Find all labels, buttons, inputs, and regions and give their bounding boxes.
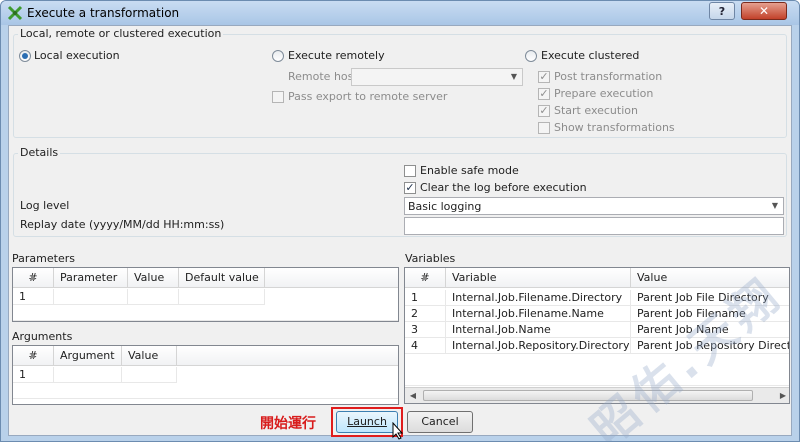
row-number-cell: 1 [13,367,54,383]
dialog-body: Local, remote or clustered execution Loc… [8,25,793,441]
title-bar: Execute a transformation ? ✕ [1,1,799,25]
empty-row [13,383,398,399]
column-header[interactable]: Value [128,268,179,288]
sort-arrow-icon: ▲ [30,351,36,359]
variable-name-cell[interactable]: Internal.Job.Filename.Directory [446,290,631,306]
show-transformations-checkbox[interactable] [538,122,550,134]
safe-mode-checkbox[interactable] [404,165,416,177]
scroll-right-icon[interactable]: ▶ [775,388,789,403]
empty-row [13,305,398,321]
argument-value-cell[interactable] [122,367,177,383]
start-execution-checkbox[interactable]: ✓ [538,105,550,117]
launch-button-label: Launch [347,415,387,428]
replay-date-input[interactable] [404,217,784,235]
clear-log-label: Clear the log before execution [420,181,587,194]
log-level-label: Log level [20,199,70,212]
chevron-down-icon: ▼ [771,201,779,210]
remote-host-label: Remote host [288,70,358,83]
log-level-value: Basic logging [408,200,482,213]
variable-name-cell[interactable]: Internal.Job.Filename.Name [446,306,631,322]
argument-name-cell[interactable] [54,367,122,383]
pass-export-label: Pass export to remote server [288,90,448,103]
prepare-execution-label: Prepare execution [554,87,654,100]
post-transformation-checkbox[interactable]: ✓ [538,71,550,83]
details-group-legend: Details [18,146,61,159]
chevron-down-icon: ▼ [510,72,518,81]
close-button[interactable]: ✕ [741,2,787,20]
scroll-left-icon[interactable]: ◀ [405,388,421,403]
cancel-button[interactable]: Cancel [407,411,473,433]
local-execution-label: Local execution [34,49,120,62]
parameters-title: Parameters [12,252,75,265]
pass-export-checkbox[interactable] [272,91,284,103]
kettle-app-icon [7,5,23,21]
log-level-combo[interactable]: Basic logging ▼ [404,197,784,215]
column-header[interactable]: Parameter [54,268,128,288]
column-header[interactable]: ▲ # [405,268,446,288]
window-title: Execute a transformation [27,6,180,20]
column-header[interactable]: Default value [179,268,265,288]
column-header[interactable]: Variable [446,268,631,288]
remote-host-combo[interactable]: ▼ [351,68,523,86]
clear-log-checkbox[interactable]: ✓ [404,182,416,194]
parameters-table[interactable]: ▲ # Parameter Value Default value 1 [12,267,399,322]
row-number-cell: 1 [13,289,54,305]
details-group: Details Enable safe mode ✓ Clear the log… [13,146,787,237]
post-transformation-label: Post transformation [554,70,663,83]
column-header[interactable]: Argument [54,346,122,366]
variable-name-cell[interactable]: Internal.Job.Repository.Directory [446,338,631,354]
variable-name-cell[interactable]: Internal.Job.Name [446,322,631,338]
sort-arrow-icon: ▲ [30,273,36,281]
cancel-button-label: Cancel [421,415,459,428]
execution-group: Local, remote or clustered execution Loc… [13,27,787,138]
column-header[interactable]: Value [122,346,177,366]
arguments-title: Arguments [12,330,73,343]
row-number-cell: 3 [405,322,446,338]
execute-clustered-radio[interactable] [525,50,537,62]
parameter-value-cell[interactable] [128,289,179,305]
sort-arrow-icon: ▲ [422,273,428,281]
execute-remotely-label: Execute remotely [288,49,385,62]
parameter-name-cell[interactable] [54,289,128,305]
mouse-cursor-icon [392,422,404,440]
replay-date-label: Replay date (yyyy/MM/dd HH:mm:ss) [20,218,225,231]
row-number-cell: 2 [405,306,446,322]
column-header-filler [265,268,398,288]
row-number-cell: 4 [405,338,446,354]
dialog-window: Execute a transformation ? ✕ Local, remo… [0,0,800,442]
start-execution-label: Start execution [554,104,638,117]
launch-button[interactable]: Launch [336,411,398,433]
local-execution-radio[interactable] [19,50,31,62]
arguments-table[interactable]: ▲ # Argument Value 1 [12,345,399,405]
launch-annotation-text: 開始運行 [260,416,316,432]
help-button[interactable]: ? [709,2,735,20]
prepare-execution-checkbox[interactable]: ✓ [538,88,550,100]
execution-group-legend: Local, remote or clustered execution [18,27,224,40]
column-header-filler [177,346,398,366]
variables-title: Variables [405,252,456,265]
execute-clustered-label: Execute clustered [541,49,640,62]
execute-remotely-radio[interactable] [272,50,284,62]
safe-mode-label: Enable safe mode [420,164,519,177]
column-header[interactable]: ▲ # [13,346,54,366]
parameter-default-cell[interactable] [179,289,265,305]
row-number-cell: 1 [405,290,446,306]
show-transformations-label: Show transformations [554,121,675,134]
column-header[interactable]: ▲ # [13,268,54,288]
